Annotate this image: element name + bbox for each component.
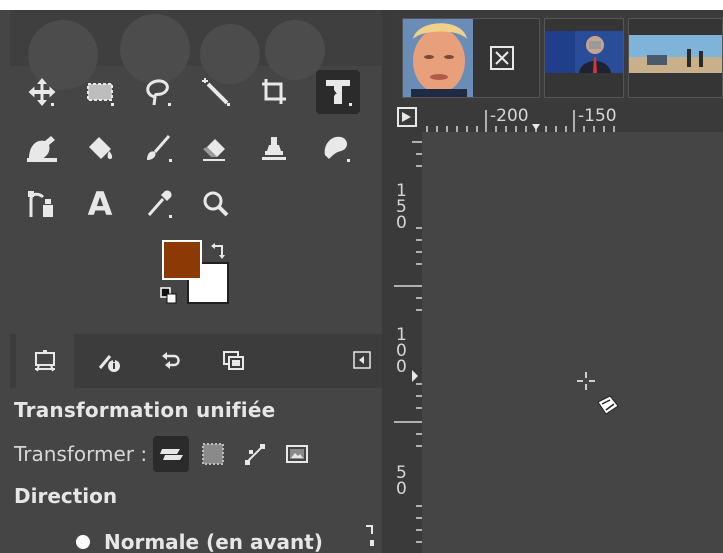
- direction-normal-label: Normale (en avant): [104, 530, 323, 553]
- tool-options-panel: Transformation unifiée Transformer : Dir…: [10, 388, 382, 553]
- vruler-digit-8: 0: [396, 479, 407, 499]
- radio-dot: [76, 535, 90, 549]
- dock-tab-bar: [10, 334, 382, 388]
- vruler-digit-4: 1: [396, 325, 407, 345]
- vruler-digit-5: 0: [396, 341, 407, 361]
- bucket-fill-icon[interactable]: [80, 128, 120, 168]
- foreground-color-swatch[interactable]: [162, 240, 202, 280]
- undo-history-tab[interactable]: [142, 334, 200, 388]
- text-tool-glyph: A: [87, 185, 113, 223]
- vruler-digit-2: 5: [396, 197, 407, 217]
- free-select-icon[interactable]: [138, 72, 178, 112]
- image-thumbnail-2: [545, 31, 623, 73]
- quick-mask-corner[interactable]: [392, 102, 422, 132]
- default-colors-icon[interactable]: [160, 287, 178, 305]
- unified-transform-icon[interactable]: [316, 70, 360, 114]
- move-tool-icon[interactable]: [22, 72, 62, 112]
- text-icon[interactable]: A: [80, 184, 120, 224]
- horizontal-ruler-ticks: [426, 110, 615, 132]
- vruler-digit-3: 0: [396, 213, 407, 233]
- image-tab-3[interactable]: [628, 18, 723, 98]
- gimp-window: A Transformation unifiée Transformer: D…: [0, 0, 723, 553]
- transform-selection-button[interactable]: [195, 436, 231, 472]
- fg-bg-color-area: [160, 238, 232, 310]
- tool-options-title: Transformation unifiée: [14, 398, 276, 422]
- canvas-area[interactable]: -200 -150 1 5 0 1 0 0 5 0: [392, 102, 723, 553]
- fuzzy-select-icon[interactable]: [196, 72, 236, 112]
- image-tabs: [392, 10, 723, 98]
- device-status-icon: [98, 355, 120, 372]
- transform-path-button[interactable]: [237, 436, 273, 472]
- top-strip: [0, 0, 723, 10]
- image-tab-1[interactable]: [402, 18, 540, 98]
- direction-label: Direction: [14, 484, 118, 508]
- chain-bracket-icon: [366, 525, 374, 546]
- path-mode-icon: [245, 444, 266, 465]
- eraser-icon[interactable]: [196, 128, 236, 168]
- image-tab-2[interactable]: [544, 18, 624, 98]
- rect-select-icon[interactable]: [80, 72, 120, 112]
- panel-menu-icon[interactable]: [352, 350, 372, 370]
- vruler-digit-6: 0: [396, 357, 407, 377]
- image-thumbnail-1: [403, 19, 514, 97]
- warp-transform-icon[interactable]: [22, 128, 62, 168]
- image-window: -200 -150 1 5 0 1 0 0 5 0: [392, 10, 723, 553]
- undo-history-icon: [162, 352, 180, 369]
- smudge-icon[interactable]: [316, 128, 356, 168]
- panel-divider[interactable]: [382, 10, 392, 553]
- direction-normal-radio[interactable]: Normale (en avant): [76, 530, 323, 553]
- color-picker-icon[interactable]: [138, 184, 178, 224]
- transform-mode-row: Transformer :: [14, 436, 315, 472]
- selection-mode-icon: [202, 443, 225, 465]
- vruler-digit-7: 5: [396, 463, 407, 483]
- paths-icon[interactable]: [22, 184, 62, 224]
- swap-colors-icon[interactable]: [210, 242, 228, 260]
- paintbrush-icon[interactable]: [138, 128, 178, 168]
- transform-cursor-icon: [577, 372, 619, 415]
- crop-icon[interactable]: [254, 72, 294, 112]
- ruler-label-200: -200: [490, 106, 529, 126]
- toolbox-header: [10, 10, 382, 90]
- images-tab[interactable]: [204, 334, 262, 388]
- tool-options-tab[interactable]: [16, 334, 74, 388]
- vruler-digit-1: 1: [396, 181, 407, 201]
- clone-icon[interactable]: [254, 128, 294, 168]
- images-icon: [223, 351, 244, 370]
- transform-layer-button[interactable]: [153, 436, 190, 472]
- image-mode-icon: [286, 445, 309, 463]
- device-status-tab[interactable]: [80, 334, 138, 388]
- navigate-menu-icon: [397, 107, 417, 127]
- vertical-ruler[interactable]: 1 5 0 1 0 0 5 0: [392, 132, 422, 553]
- image-thumbnail-3: [629, 35, 722, 73]
- transform-image-button[interactable]: [279, 436, 315, 472]
- horizontal-ruler[interactable]: -200 -150: [422, 102, 723, 132]
- ruler-label-150: -150: [578, 106, 617, 126]
- tool-options-icon: [35, 350, 55, 372]
- layer-mode-icon: [160, 449, 184, 460]
- zoom-icon[interactable]: [196, 184, 236, 224]
- transform-label: Transformer :: [14, 442, 148, 466]
